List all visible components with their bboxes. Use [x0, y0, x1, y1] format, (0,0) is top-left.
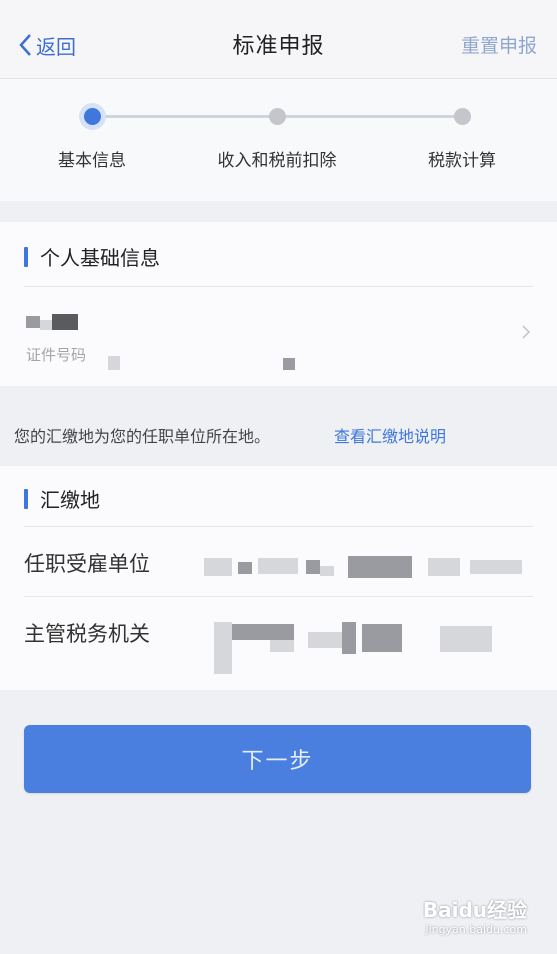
redacted-tax-authority — [232, 624, 294, 640]
redacted-employer — [258, 558, 298, 574]
id-number-label: 证件号码 — [26, 346, 87, 364]
personal-info-title-text: 个人基础信息 — [40, 246, 160, 270]
redacted-tax-authority — [270, 640, 294, 652]
step-label-tax-calc: 税款计算 — [428, 151, 496, 171]
redacted-employer — [428, 558, 460, 576]
redacted-tax-authority — [362, 624, 402, 652]
notice-text: 您的汇缴地为您的任职单位所在地。 — [14, 427, 271, 446]
employer-label: 任职受雇单位 — [24, 552, 150, 576]
redacted-id — [283, 358, 295, 370]
redacted-employer — [306, 560, 320, 574]
redacted-employer — [204, 558, 232, 576]
redacted-name — [52, 314, 78, 330]
redacted-tax-authority — [342, 622, 356, 654]
divider — [24, 526, 533, 527]
tax-authority-row[interactable]: 主管税务机关 — [0, 598, 557, 688]
step-dot-income — [269, 108, 286, 125]
step-dot-tax-calc — [454, 108, 471, 125]
filing-notice: 您的汇缴地为您的任职单位所在地。 查看汇缴地说明 — [0, 416, 557, 458]
redacted-name — [26, 316, 40, 328]
section-accent-bar — [24, 488, 28, 509]
redacted-tax-authority — [214, 622, 232, 674]
watermark: Baidu经验 jingyan.baidu.com — [423, 894, 527, 936]
chevron-right-icon — [522, 325, 531, 339]
identity-row[interactable] — [0, 288, 557, 386]
employer-row[interactable]: 任职受雇单位 — [0, 528, 557, 598]
redacted-tax-authority — [440, 626, 492, 652]
redacted-employer — [320, 566, 334, 576]
redacted-employer — [470, 560, 522, 574]
section-accent-bar — [24, 246, 28, 267]
view-filing-explanation-link[interactable]: 查看汇缴地说明 — [334, 423, 446, 447]
reset-button[interactable]: 重置申报 — [461, 31, 537, 58]
personal-info-title: 个人基础信息 — [24, 242, 160, 271]
tax-authority-label: 主管税务机关 — [24, 622, 150, 646]
redacted-employer — [238, 562, 252, 574]
step-label-basic-info: 基本信息 — [58, 151, 126, 171]
redacted-name — [40, 320, 52, 330]
step-dot-basic-info — [84, 108, 101, 125]
redacted-id — [108, 356, 120, 370]
filing-location-title-text: 汇缴地 — [40, 488, 100, 512]
filing-location-title: 汇缴地 — [24, 484, 100, 513]
redacted-tax-authority — [308, 632, 342, 648]
redacted-employer — [348, 556, 412, 578]
next-step-button[interactable]: 下一步 — [24, 725, 531, 793]
watermark-logo: Baidu经验 — [422, 898, 527, 922]
step-label-income: 收入和税前扣除 — [217, 151, 337, 171]
progress-stepper: 基本信息 收入和税前扣除 税款计算 — [0, 79, 557, 201]
divider — [24, 286, 533, 287]
nav-bar: 返回 标准申报 重置申报 — [0, 0, 557, 79]
watermark-url: jingyan.baidu.com — [425, 923, 527, 936]
